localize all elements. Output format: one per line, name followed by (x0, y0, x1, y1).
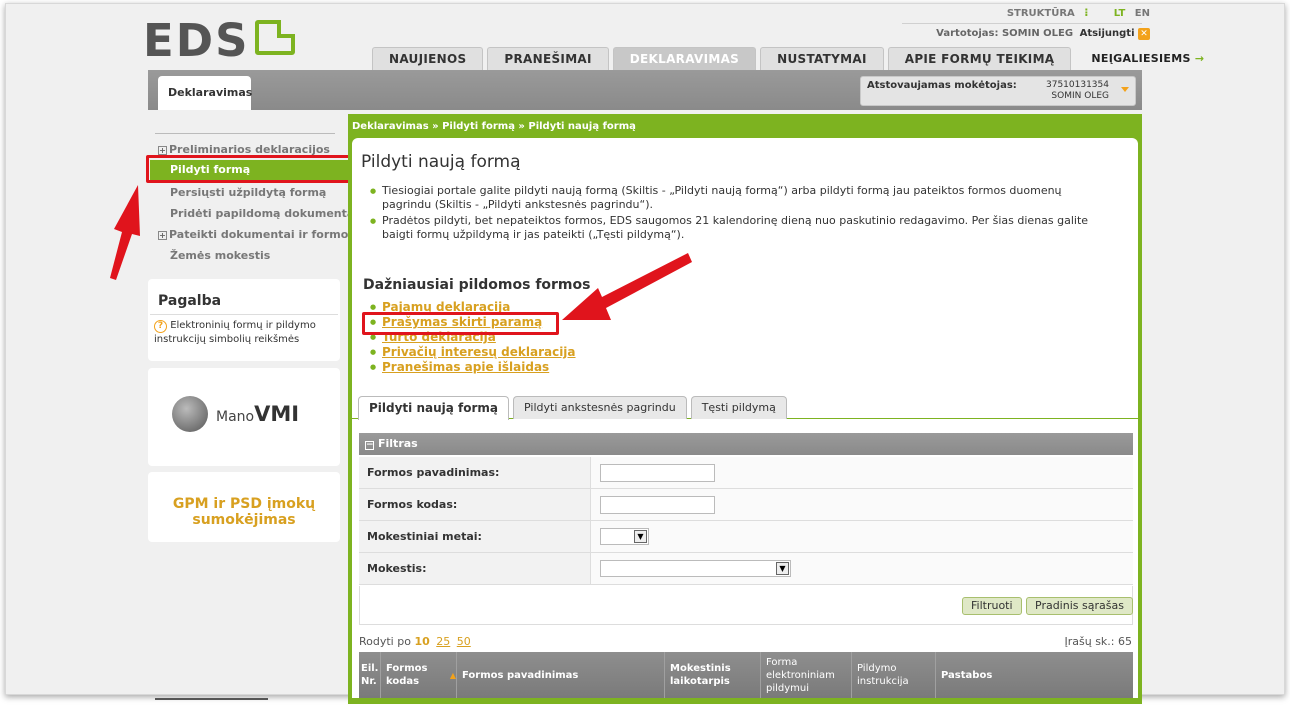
annotation-arrow-left (110, 185, 140, 280)
annotation-arrow-right (562, 253, 692, 320)
annotation-arrows (110, 185, 692, 320)
